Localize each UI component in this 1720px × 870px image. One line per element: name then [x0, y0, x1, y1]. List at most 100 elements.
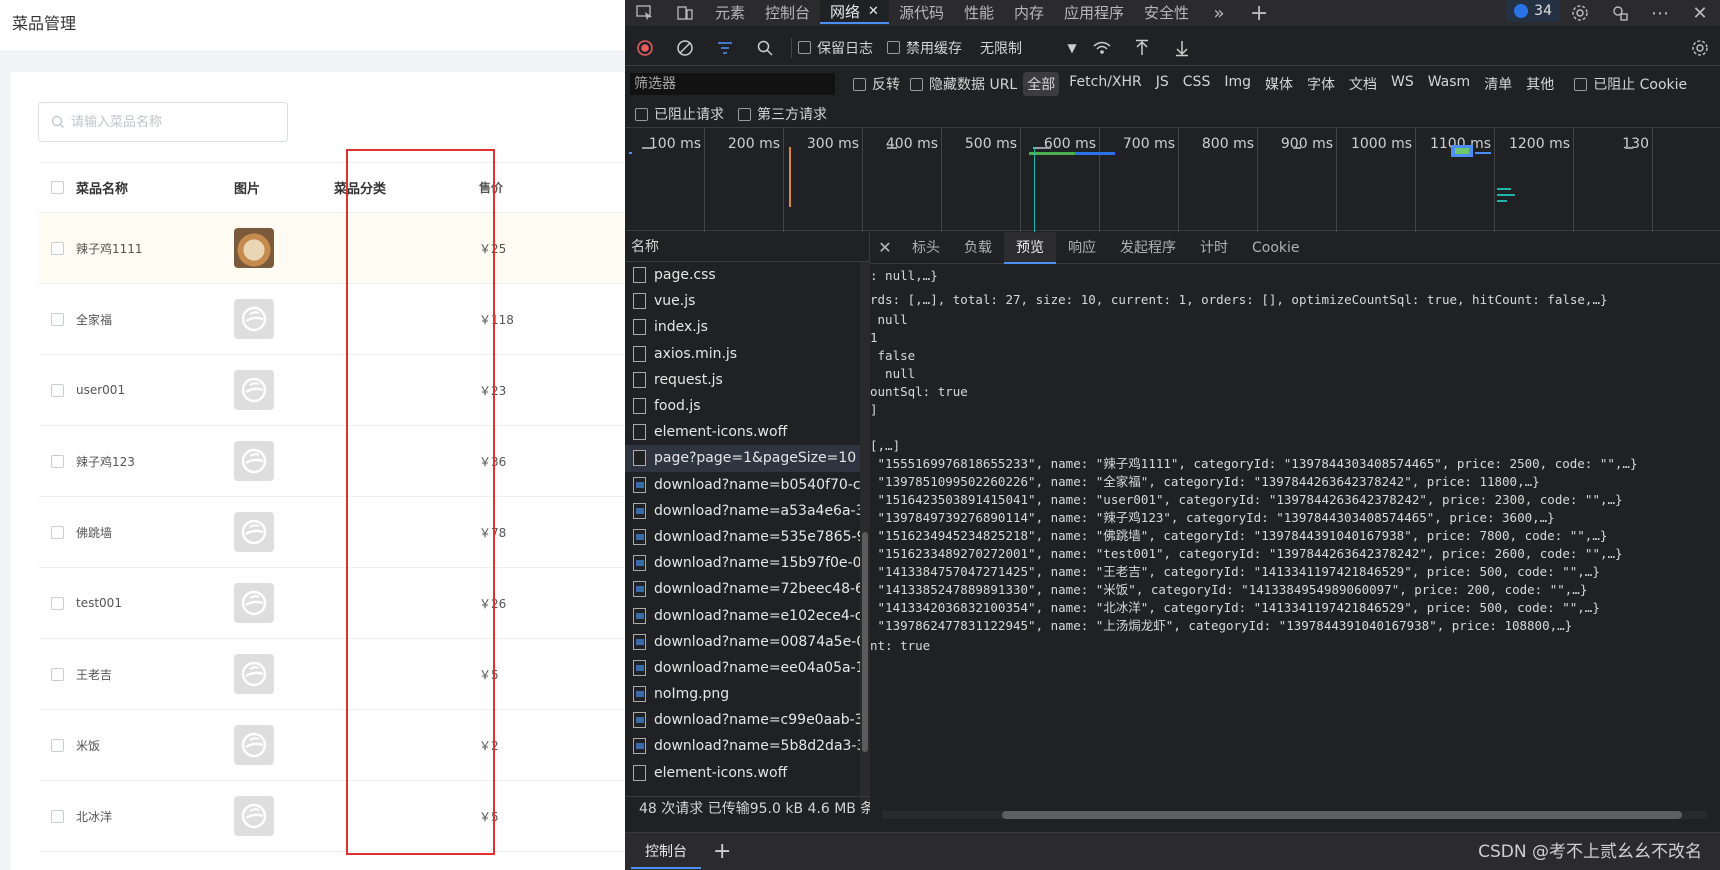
devtools-tab[interactable]: 网络 ✕: [820, 0, 889, 24]
request-item[interactable]: noImg.png: [625, 681, 869, 707]
request-list-scrollbar[interactable]: [860, 262, 870, 812]
request-item[interactable]: food.js: [625, 393, 869, 419]
checkbox-box[interactable]: [635, 107, 648, 121]
dish-image[interactable]: [234, 583, 274, 623]
issues-badge[interactable]: 34: [1506, 0, 1560, 22]
request-item[interactable]: page.css: [625, 262, 869, 288]
resource-type-filter[interactable]: WS: [1387, 72, 1418, 96]
dish-image[interactable]: [234, 796, 274, 836]
checkbox-box[interactable]: [887, 41, 900, 54]
dish-image[interactable]: [234, 228, 274, 268]
resource-type-filter[interactable]: CSS: [1179, 72, 1215, 96]
third-party-checkbox[interactable]: 第三方请求: [738, 104, 827, 124]
preview-line[interactable]: : null,…}: [870, 266, 938, 285]
request-item[interactable]: request.js: [625, 367, 869, 393]
devtools-tab[interactable]: 性能: [954, 0, 1004, 24]
preview-line[interactable]: null: [870, 310, 908, 329]
network-timeline-overview[interactable]: 100 ms 200 ms 300 ms 400 ms 500 ms 600 ms 700 …: [625, 127, 1720, 232]
settings-gear-icon[interactable]: [1560, 0, 1600, 26]
resource-type-filter[interactable]: 清单: [1480, 72, 1516, 96]
preview-line[interactable]: "1516233489270272001", name: "test001", …: [870, 544, 1623, 563]
preview-line[interactable]: "1555169976818655233", name: "辣子鸡1111", …: [870, 454, 1638, 473]
clear-icon[interactable]: [665, 33, 705, 63]
resource-type-filter[interactable]: 字体: [1303, 72, 1339, 96]
request-item[interactable]: element-icons.woff: [625, 760, 869, 786]
resource-type-filter[interactable]: 文档: [1345, 72, 1381, 96]
request-item[interactable]: element-icons.woff: [625, 419, 869, 445]
add-tab-icon[interactable]: +: [1239, 0, 1279, 26]
devtools-tab[interactable]: 安全性: [1134, 0, 1199, 24]
table-row[interactable]: 米饭 ￥2: [39, 710, 625, 781]
table-row[interactable]: 北冰洋 ￥5: [39, 781, 625, 852]
select-all-checkbox[interactable]: [51, 181, 64, 194]
table-row[interactable]: 佛跳墙 ￥78: [39, 497, 625, 568]
row-checkbox[interactable]: [51, 241, 64, 255]
checkbox-box[interactable]: [853, 77, 866, 91]
request-item[interactable]: download?name=15b97f0e-0...: [625, 550, 869, 576]
detail-tab[interactable]: Cookie: [1240, 232, 1312, 264]
preview-line[interactable]: ountSql: true: [870, 382, 968, 401]
disable-cache-checkbox[interactable]: 禁用缓存: [887, 38, 962, 58]
row-checkbox[interactable]: [51, 454, 64, 468]
request-item[interactable]: vue.js: [625, 288, 869, 314]
name-column-header[interactable]: 名称: [625, 232, 869, 262]
table-row[interactable]: user001 ￥23: [39, 355, 625, 426]
preview-line[interactable]: false: [870, 346, 916, 365]
dish-search-input[interactable]: [71, 114, 271, 130]
preserve-log-checkbox[interactable]: 保留日志: [798, 38, 873, 58]
preview-line[interactable]: nt: true: [870, 636, 930, 655]
request-item[interactable]: page?page=1&pageSize=10: [625, 445, 869, 472]
detail-tab[interactable]: 负载: [952, 232, 1004, 264]
request-item[interactable]: download?name=72beec48-6...: [625, 576, 869, 602]
blocked-cookies-checkbox[interactable]: 已阻止 Cookie: [1574, 74, 1687, 94]
table-row[interactable]: 王老吉 ￥5: [39, 639, 625, 710]
preview-line[interactable]: ]: [870, 400, 878, 419]
filter-input[interactable]: 筛选器: [630, 73, 835, 95]
invert-checkbox[interactable]: 反转: [853, 74, 900, 94]
preview-line[interactable]: "1413342036832100354", name: "北冰洋", cate…: [870, 598, 1600, 617]
detail-tab[interactable]: 计时: [1188, 232, 1240, 264]
row-checkbox[interactable]: [51, 312, 64, 326]
request-item[interactable]: download?name=a53a4e6a-3...: [625, 498, 869, 524]
dish-image[interactable]: [234, 725, 274, 765]
preview-line[interactable]: [,…]: [870, 436, 900, 455]
checkbox-box[interactable]: [738, 107, 751, 121]
table-row[interactable]: 辣子鸡123 ￥36: [39, 426, 625, 497]
devtools-tab[interactable]: 应用程序: [1054, 0, 1134, 24]
preview-line[interactable]: "1397851099502260226", name: "全家福", cate…: [870, 472, 1540, 491]
customize-icon[interactable]: [1600, 0, 1640, 26]
devtools-tab[interactable]: 元素: [705, 0, 755, 24]
dish-image[interactable]: [234, 299, 274, 339]
export-har-icon[interactable]: [1162, 33, 1202, 63]
network-conditions-icon[interactable]: [1082, 33, 1122, 63]
table-row[interactable]: 全家福 ￥118: [39, 284, 625, 355]
dish-search-box[interactable]: [38, 102, 288, 142]
preview-line[interactable]: "1413385247889891330", name: "米饭", categ…: [870, 580, 1588, 599]
preview-line[interactable]: "1516234945234825218", name: "佛跳墙", cate…: [870, 526, 1608, 545]
more-tabs-icon[interactable]: »: [1199, 0, 1239, 26]
search-icon[interactable]: [745, 33, 785, 63]
filter-icon[interactable]: [705, 33, 745, 63]
request-item[interactable]: axios.min.js: [625, 341, 869, 367]
row-checkbox[interactable]: [51, 667, 64, 681]
devtools-tab[interactable]: 源代码: [889, 0, 954, 24]
table-row[interactable]: 辣子鸡1111 ￥25: [39, 213, 625, 284]
hide-data-urls-checkbox[interactable]: 隐藏数据 URL: [910, 74, 1017, 94]
row-checkbox[interactable]: [51, 383, 64, 397]
dish-image[interactable]: [234, 654, 274, 694]
close-detail-icon[interactable]: ✕: [870, 238, 900, 257]
drawer-console-tab[interactable]: 控制台: [631, 835, 701, 869]
detail-tab[interactable]: 预览: [1004, 231, 1056, 264]
dish-image[interactable]: [234, 441, 274, 481]
checkbox-box[interactable]: [1574, 77, 1588, 91]
scrollbar-thumb[interactable]: [1002, 811, 1682, 819]
resource-type-filter[interactable]: Fetch/XHR: [1065, 72, 1146, 96]
preview-line[interactable]: null: [870, 364, 915, 383]
resource-type-filter[interactable]: 全部: [1023, 72, 1060, 96]
checkbox-box[interactable]: [798, 41, 811, 54]
blocked-requests-checkbox[interactable]: 已阻止请求: [635, 104, 724, 124]
close-tab-icon[interactable]: ✕: [868, 4, 879, 19]
request-item[interactable]: download?name=5b8d2da3-3...: [625, 733, 869, 759]
resource-type-filter[interactable]: 其他: [1522, 72, 1558, 96]
row-checkbox[interactable]: [51, 809, 64, 823]
